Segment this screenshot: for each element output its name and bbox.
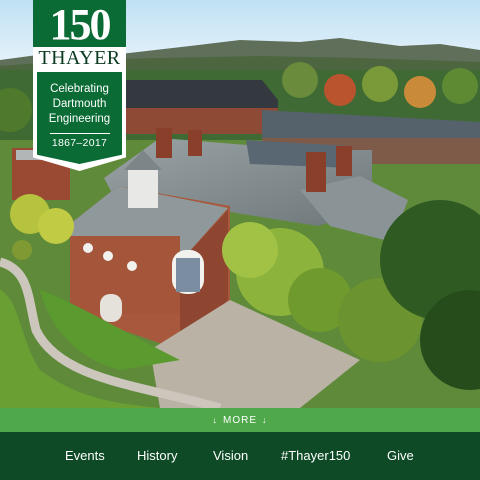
badge-number: 150	[49, 0, 112, 49]
main-nav: Events History Vision #Thayer150 Give	[0, 432, 480, 480]
badge-divider	[49, 133, 110, 134]
badge-wordmark: THAYER	[38, 47, 121, 69]
nav-item-thayer150[interactable]: #Thayer150	[281, 432, 350, 480]
thayer150-badge[interactable]: 150 THAYER Celebrating Dartmouth Enginee…	[33, 0, 126, 171]
nav-item-events[interactable]: Events	[65, 432, 105, 480]
badge-tagline-panel: Celebrating Dartmouth Engineering 1867–2…	[37, 72, 122, 164]
more-label: MORE	[223, 414, 257, 426]
arrow-down-icon: ↓	[262, 415, 268, 425]
badge-line-2: Dartmouth	[52, 98, 107, 110]
badge-years: 1867–2017	[51, 137, 108, 149]
arrow-down-icon: ↓	[212, 415, 218, 425]
badge-line-1: Celebrating	[50, 83, 109, 95]
badge-line-3: Engineering	[48, 113, 111, 125]
nav-item-vision[interactable]: Vision	[213, 432, 248, 480]
nav-item-give[interactable]: Give	[387, 432, 414, 480]
more-button[interactable]: ↓ MORE ↓	[0, 408, 480, 432]
badge-number-panel: 150	[33, 0, 126, 47]
nav-item-history[interactable]: History	[137, 432, 177, 480]
